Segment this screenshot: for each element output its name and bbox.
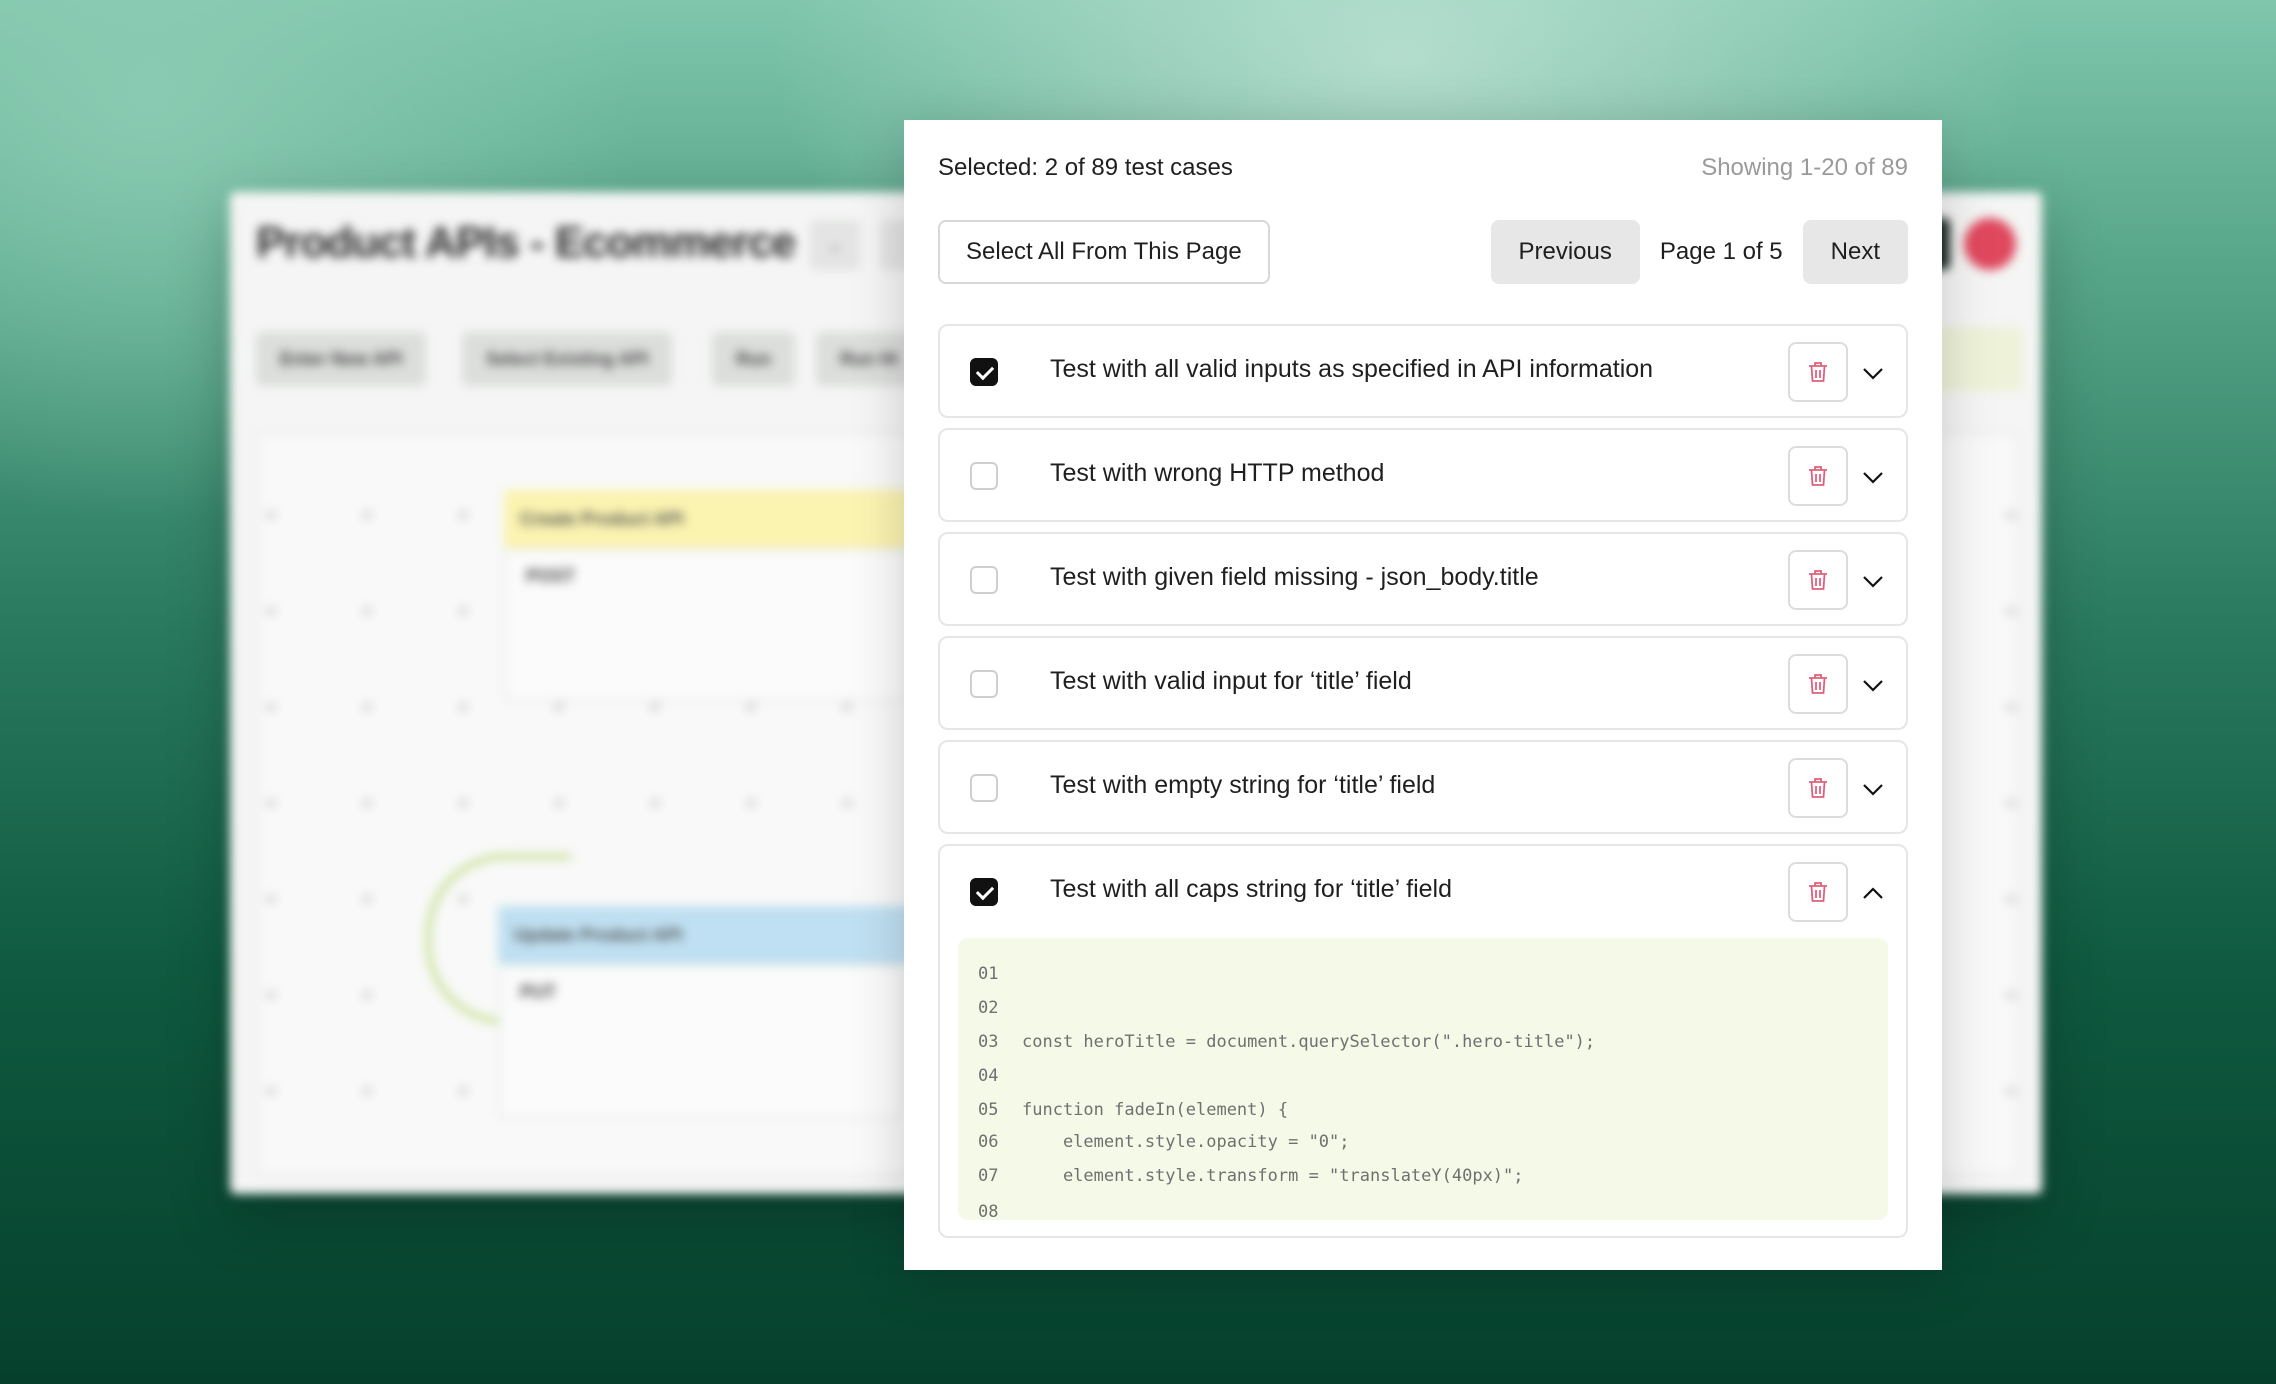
code-line: 04 <box>978 1066 999 1086</box>
run-button: Run <box>712 332 795 386</box>
test-case-label: Test with given field missing - json_bod… <box>1050 563 1539 591</box>
code-line: 03 const heroTitle = document.querySelect… <box>978 1032 1596 1052</box>
test-case-label: Test with wrong HTTP method <box>1050 459 1385 487</box>
code-block: 01 02 03 const heroTitle = document.query… <box>958 938 1888 1220</box>
code-line: 05 function fadeIn(element) { <box>978 1100 1289 1120</box>
chevron-down-icon[interactable] <box>1862 674 1884 696</box>
selection-count: Selected: 2 of 89 test cases <box>938 154 1233 181</box>
test-case-row: Test with given field missing - json_bod… <box>938 532 1908 626</box>
test-case-label: Test with all caps string for ‘title’ fi… <box>1050 875 1453 903</box>
chevron-down-icon: ⌄ <box>810 220 860 270</box>
test-case-label: Test with empty string for ‘title’ field <box>1050 771 1436 799</box>
code-line: 01 <box>978 964 999 984</box>
delete-test-case-button[interactable] <box>1788 550 1848 610</box>
test-case-list: Test with all valid inputs as specified … <box>938 324 1908 1238</box>
code-line: 06 element.style.opacity = "0"; <box>978 1132 1350 1152</box>
background-right-pill <box>1932 327 2022 391</box>
chevron-down-icon[interactable] <box>1862 778 1884 800</box>
avatar <box>1964 218 2016 270</box>
delete-test-case-button[interactable] <box>1788 758 1848 818</box>
enter-new-api-button: Enter New API <box>256 332 427 386</box>
page-indicator: Page 1 of 5 <box>1659 238 1783 265</box>
test-case-checkbox[interactable] <box>970 462 998 490</box>
trash-icon <box>1809 882 1827 902</box>
delete-test-case-button[interactable] <box>1788 862 1848 922</box>
node-method: POST <box>526 566 576 586</box>
background-app-title: Product APIs - Ecommerce <box>256 218 796 267</box>
chevron-up-icon[interactable] <box>1862 882 1884 904</box>
test-case-checkbox[interactable] <box>970 358 998 386</box>
pagination: Previous Page 1 of 5 Next <box>1490 220 1908 284</box>
create-product-api-node: Create Product API <box>504 490 920 548</box>
test-case-checkbox[interactable] <box>970 774 998 802</box>
trash-icon <box>1809 674 1827 694</box>
test-case-label: Test with valid input for ‘title’ field <box>1050 667 1412 695</box>
test-case-checkbox[interactable] <box>970 878 998 906</box>
trash-icon <box>1809 570 1827 590</box>
next-page-button[interactable]: Next <box>1802 220 1908 284</box>
delete-test-case-button[interactable] <box>1788 654 1848 714</box>
test-case-row: Test with valid input for ‘title’ field <box>938 636 1908 730</box>
test-case-checkbox[interactable] <box>970 670 998 698</box>
code-line: 07 element.style.transform = "translateY… <box>978 1166 1524 1186</box>
delete-test-case-button[interactable] <box>1788 446 1848 506</box>
modal-header: Selected: 2 of 89 test cases Showing 1-2… <box>938 120 1908 220</box>
code-line: 08 <box>978 1202 999 1220</box>
update-product-api-node: Update Product API <box>498 906 914 964</box>
test-case-label: Test with all valid inputs as specified … <box>1050 355 1654 383</box>
chevron-down-icon[interactable] <box>1862 362 1884 384</box>
test-case-checkbox[interactable] <box>970 566 998 594</box>
node-method: PUT <box>520 982 556 1002</box>
test-case-row: Test with wrong HTTP method <box>938 428 1908 522</box>
showing-range: Showing 1-20 of 89 <box>1701 154 1908 181</box>
test-case-row: Test with empty string for ‘title’ field <box>938 740 1908 834</box>
modal-toolbar: Select All From This Page Previous Page … <box>938 220 1908 324</box>
test-case-row-expanded: Test with all caps string for ‘title’ fi… <box>938 844 1908 1238</box>
chevron-down-icon[interactable] <box>1862 570 1884 592</box>
trash-icon <box>1809 466 1827 486</box>
code-line: 02 <box>978 998 999 1018</box>
previous-page-button[interactable]: Previous <box>1490 220 1640 284</box>
select-all-from-page-button[interactable]: Select All From This Page <box>938 220 1270 284</box>
test-cases-modal: Selected: 2 of 89 test cases Showing 1-2… <box>904 120 1942 1270</box>
select-existing-api-button: Select Existing API <box>462 332 673 386</box>
chevron-down-icon[interactable] <box>1862 466 1884 488</box>
delete-test-case-button[interactable] <box>1788 342 1848 402</box>
test-case-row: Test with all valid inputs as specified … <box>938 324 1908 418</box>
trash-icon <box>1809 362 1827 382</box>
trash-icon <box>1809 778 1827 798</box>
